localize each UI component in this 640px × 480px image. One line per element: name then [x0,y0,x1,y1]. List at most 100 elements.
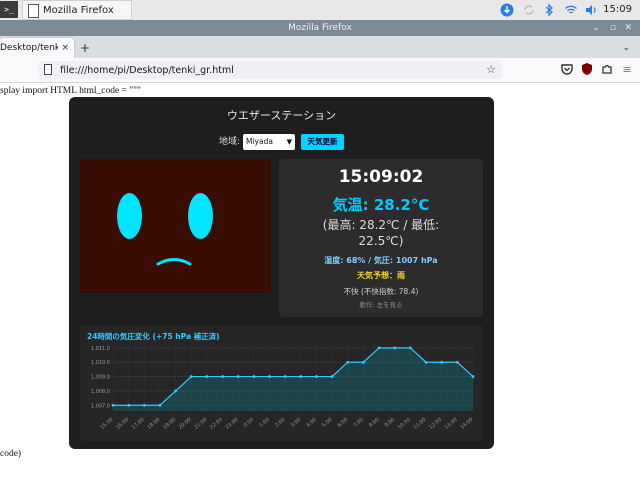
pressure-point [471,375,475,378]
region-select-value: Miyada [246,137,273,146]
close-window-icon[interactable]: ✕ [624,20,632,36]
pressure-point [111,403,115,407]
x-tick-label: 10:00 [397,417,412,431]
x-tick-label: 9:00 [384,417,396,429]
pressure-point [346,360,350,364]
pressure-point [189,375,193,378]
extensions-puzzle-icon[interactable] [600,62,614,76]
navigation-bar: ☆ ≡ [0,58,640,83]
file-icon [44,64,52,75]
y-tick-label: 1,008.0 [91,389,110,395]
app-menu-icon[interactable]: ≡ [618,61,636,79]
left-eye [117,193,142,239]
x-tick-label: 1:00 [258,417,270,429]
update-weather-button[interactable]: 天気更新 [301,134,344,150]
pressure-point [174,389,178,393]
right-eye [188,193,213,239]
temperature-high-low-line1: (最高: 28.2℃ / 最低: [322,218,440,232]
pressure-point [377,346,381,350]
weather-info-panel: 15:09:02 気温: 28.2°C (最高: 28.2℃ / 最低: 22.… [279,159,483,317]
x-tick-label: 14:00 [459,417,474,431]
x-tick-label: 17:00 [131,417,146,431]
pressure-area [113,347,473,411]
pressure-point [142,403,146,407]
region-label: 地域: [219,137,241,147]
card-title: ウエザーステーション [226,109,337,122]
pressure-chart-panel: 24時間の気圧変化 (+75 hPa 補正済) 1,007.0 1,008.0 1,… [80,325,483,441]
x-tick-label: 19:00 [162,417,177,431]
weather-forecast: 天気予想：雨 [357,271,405,280]
pressure-point [315,375,318,378]
x-tick-label: 0:00 [243,417,255,429]
x-tick-label: 20:00 [178,417,193,431]
x-tick-label: 15:00 [99,417,114,431]
x-tick-label: 6:00 [337,417,349,429]
pressure-point [455,360,459,364]
page-source-text-top: splay import HTML html_code = """ [0,86,141,96]
url-input[interactable] [60,61,460,79]
sync-icon[interactable] [522,3,536,17]
region-select[interactable]: Miyada ▼ [243,134,295,150]
pressure-point [205,375,209,378]
window-titlebar: Mozilla Firefox ⌄ ▫ ✕ [0,20,640,36]
taskbar-app-label: Mozilla Firefox [43,5,114,16]
x-tick-label: 7:00 [352,417,364,429]
url-bar[interactable]: ☆ [38,61,502,79]
pressure-point [158,403,162,407]
download-icon[interactable] [500,3,514,17]
tab-label: Desktop/tenki_gr [0,43,58,53]
volume-icon[interactable] [584,3,598,17]
maximize-icon[interactable]: ▫ [610,20,616,36]
x-tick-label: 21:00 [193,417,208,431]
pressure-point [330,375,334,378]
pressure-point [362,360,365,364]
pressure-point [221,375,224,378]
document-icon [28,4,39,18]
x-tick-label: 4:00 [305,417,317,429]
ublock-shield-icon[interactable] [580,62,594,76]
tab-close-icon[interactable]: × [61,38,69,58]
x-tick-label: 11:00 [412,417,427,431]
discomfort-index: 不快 (不快指数: 78.4) [343,287,419,296]
pressure-point [424,360,428,364]
new-tab-button[interactable]: + [80,38,90,58]
x-tick-label: 3:00 [290,417,302,429]
current-time: 15:09:02 [338,167,424,187]
pressure-point [440,360,444,364]
tab-tenki[interactable]: Desktop/tenki_gr × [0,38,74,58]
terminal-launcher-icon[interactable]: >_ [0,1,18,18]
bluetooth-icon[interactable] [542,3,556,17]
pressure-point [299,375,303,378]
taskbar-clock[interactable]: 15:09 [603,0,632,20]
x-tick-label: 12:00 [428,417,443,431]
face-display [80,159,271,293]
bookmark-star-icon[interactable]: ☆ [486,61,496,79]
minimize-icon[interactable]: ⌄ [592,20,600,36]
wifi-icon[interactable] [564,3,578,17]
x-tick-label: 8:00 [368,417,380,429]
taskbar-app-firefox[interactable]: Mozilla Firefox [22,0,132,20]
pressure-point [393,346,397,350]
y-tick-label: 1,011.0 [91,346,110,352]
temperature-high-low: (最高: 28.2℃ / 最低: 22.5℃) [279,217,483,249]
frown-mouth [156,258,192,266]
x-tick-label: 13:00 [444,417,459,431]
tab-list-chevron-icon[interactable]: ⌄ [622,38,630,58]
x-tick-label: 22:00 [209,417,224,431]
x-tick-label: 23:00 [225,417,240,431]
x-tick-label: 16:00 [115,417,130,431]
pressure-point [408,346,412,350]
pocket-icon[interactable] [560,62,574,76]
weather-station-card: ウエザーステーション 地域: Miyada ▼ 天気更新 15:09:02 気温… [69,97,494,449]
pressure-point [236,375,240,378]
pressure-point [268,375,271,378]
action-status: 動作: 左を見る [359,301,403,309]
x-tick-label: 18:00 [146,417,161,431]
humidity-pressure: 湿度: 68% / 気圧: 1007 hPa [324,256,438,265]
x-tick-label: 2:00 [274,417,286,429]
pressure-point [127,403,131,407]
tab-bar: Desktop/tenki_gr × + ⌄ [0,36,640,58]
temperature: 気温: 28.2°C [332,196,430,214]
pressure-chart: 1,007.0 1,008.0 1,009.0 1,010.0 1,011.0 15:00… [91,345,475,431]
y-tick-label: 1,010.0 [91,360,110,366]
